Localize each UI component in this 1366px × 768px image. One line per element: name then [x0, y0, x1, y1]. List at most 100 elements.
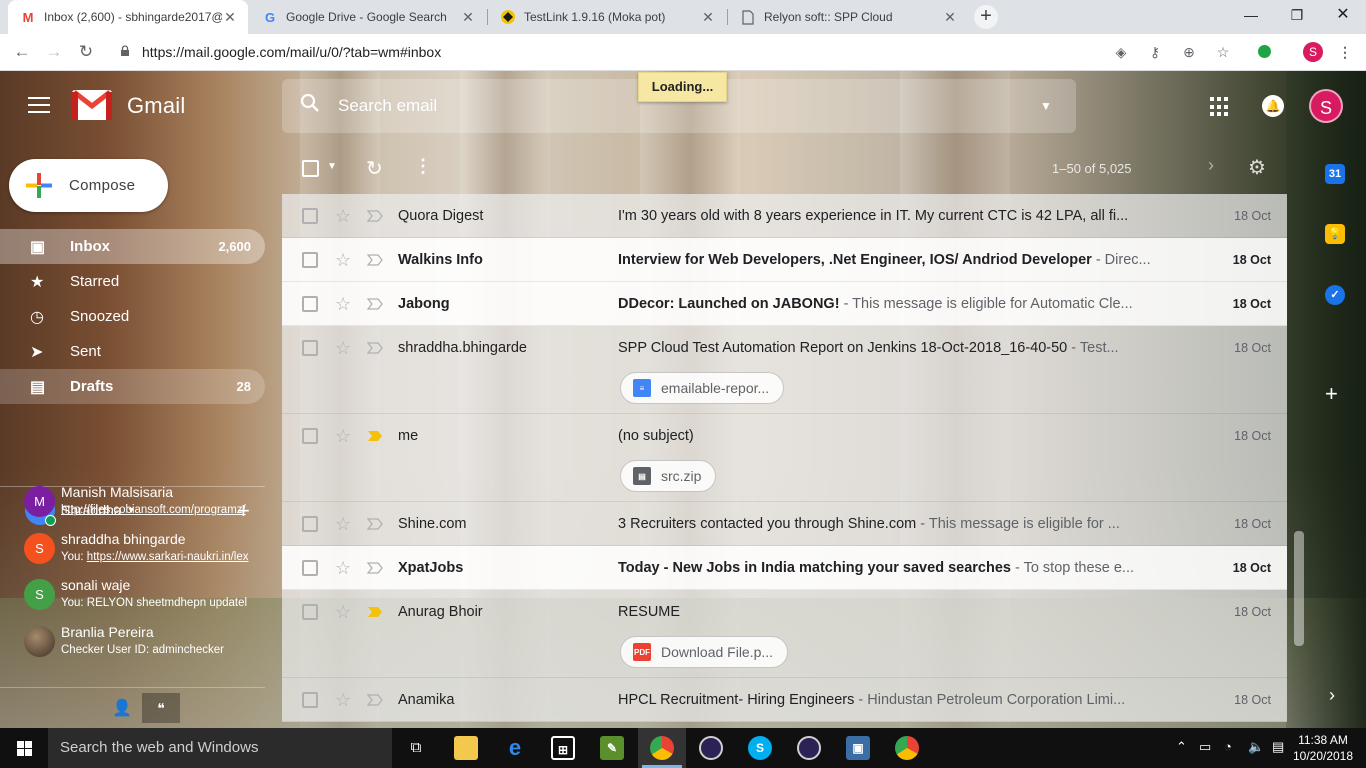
contact-last-message-link[interactable]: http://files.cobiansoft.com/programz/: [61, 504, 246, 516]
extension-icon[interactable]: ◈: [1110, 41, 1132, 63]
tab-testlink[interactable]: TestLink 1.9.16 (Moka pot) ✕: [488, 0, 726, 34]
settings-gear-icon[interactable]: ⚙: [1248, 155, 1266, 180]
chrome-icon[interactable]: [895, 736, 919, 760]
battery-icon[interactable]: ▭: [1199, 739, 1211, 755]
store-icon[interactable]: ⊞: [551, 736, 575, 760]
eclipse-icon[interactable]: [797, 736, 821, 760]
contact-last-message-link[interactable]: https://www.sarkari-naukri.in/lex: [87, 551, 249, 563]
select-all-checkbox[interactable]: [302, 160, 319, 177]
email-row[interactable]: ☆ shraddha.bhingarde SPP Cloud Test Auto…: [282, 326, 1287, 414]
close-icon[interactable]: ✕: [222, 9, 238, 26]
sidebar-item-starred[interactable]: ★ Starred: [0, 264, 265, 299]
hangouts-contact[interactable]: M Manish Malsisaria http://files.cobians…: [24, 483, 264, 523]
email-row[interactable]: ☆ Anamika HPCL Recruitment- Hiring Engin…: [282, 678, 1287, 722]
main-menu-icon[interactable]: [28, 97, 50, 118]
tab-relyon-spp-cloud[interactable]: Relyon soft:: SPP Cloud ✕: [728, 0, 968, 34]
close-icon[interactable]: ✕: [942, 9, 958, 26]
row-checkbox[interactable]: [302, 692, 318, 708]
task-view-icon[interactable]: ⧉: [404, 736, 428, 760]
calendar-icon[interactable]: 31: [1325, 164, 1345, 184]
minimize-button[interactable]: —: [1228, 0, 1274, 30]
close-icon[interactable]: ✕: [460, 9, 476, 26]
star-icon[interactable]: ☆: [335, 207, 353, 225]
importance-marker-icon[interactable]: [367, 210, 383, 222]
search-icon[interactable]: [282, 93, 338, 119]
start-button[interactable]: [0, 728, 48, 768]
row-checkbox[interactable]: [302, 340, 318, 356]
taskbar-clock[interactable]: 11:38 AM 10/20/2018: [1290, 732, 1356, 764]
row-checkbox[interactable]: [302, 296, 318, 312]
sidebar-item-sent[interactable]: ➤ Sent: [0, 334, 265, 369]
notifications-icon[interactable]: 🔔: [1262, 95, 1284, 117]
attachment-chip[interactable]: PDF Download File.p...: [620, 636, 789, 668]
row-checkbox[interactable]: [302, 208, 318, 224]
edge-browser-icon[interactable]: e: [503, 736, 527, 760]
star-icon[interactable]: ☆: [335, 691, 353, 709]
importance-marker-icon[interactable]: [367, 694, 383, 706]
chevron-down-icon[interactable]: ▼: [327, 161, 337, 172]
row-checkbox[interactable]: [302, 428, 318, 444]
row-checkbox[interactable]: [302, 560, 318, 576]
compose-button[interactable]: Compose: [9, 159, 168, 212]
reload-button[interactable]: ↻: [74, 40, 98, 64]
search-options-icon[interactable]: ▼: [1016, 99, 1076, 113]
browser-profile-avatar[interactable]: S: [1303, 42, 1323, 62]
importance-marker-icon[interactable]: [367, 518, 383, 530]
star-icon[interactable]: ☆: [335, 603, 353, 621]
tray-chevron-up-icon[interactable]: ⌃: [1176, 739, 1187, 755]
star-icon[interactable]: ☆: [335, 515, 353, 533]
importance-marker-icon[interactable]: [367, 430, 383, 442]
sidebar-item-inbox[interactable]: ▣ Inbox 2,600: [0, 229, 265, 264]
star-icon[interactable]: ☆: [335, 251, 353, 269]
email-row[interactable]: ☆ Walkins Info Interview for Web Develop…: [282, 238, 1287, 282]
key-icon[interactable]: ⚷: [1144, 41, 1166, 63]
forward-button[interactable]: →: [42, 40, 66, 64]
address-bar[interactable]: https://mail.google.com/mail/u/0/?tab=wm…: [112, 38, 1244, 66]
new-tab-button[interactable]: +: [974, 5, 998, 29]
volume-icon[interactable]: 🔈: [1248, 739, 1264, 755]
keep-icon[interactable]: 💡: [1325, 224, 1345, 244]
star-icon[interactable]: ☆: [335, 559, 353, 577]
restore-button[interactable]: ❐: [1274, 0, 1320, 30]
hangouts-contact[interactable]: S shraddha bhingarde You: https://www.sa…: [24, 530, 264, 570]
chevron-right-icon[interactable]: ›: [1208, 155, 1214, 176]
wifi-icon[interactable]: ◔: [1224, 739, 1232, 754]
row-checkbox[interactable]: [302, 516, 318, 532]
star-icon[interactable]: ☆: [335, 427, 353, 445]
notifications-center-icon[interactable]: ▤: [1272, 739, 1284, 755]
eclipse-icon[interactable]: [699, 736, 723, 760]
email-row[interactable]: ☆ Anurag Bhoir RESUME 18 Oct PDF Downloa…: [282, 590, 1287, 678]
taskbar-search[interactable]: Search the web and Windows: [48, 728, 392, 768]
google-apps-icon[interactable]: [1210, 97, 1230, 117]
chrome-icon[interactable]: [650, 736, 674, 760]
importance-marker-icon[interactable]: [367, 342, 383, 354]
star-icon[interactable]: ☆: [335, 295, 353, 313]
notepad-icon[interactable]: ✎: [600, 736, 624, 760]
extension-green-icon[interactable]: [1258, 45, 1271, 58]
chevron-right-icon[interactable]: ›: [1329, 685, 1335, 706]
contacts-person-icon[interactable]: 👤: [112, 698, 132, 718]
tab-google-drive-search[interactable]: G Google Drive - Google Search ✕: [250, 0, 486, 34]
tasks-icon[interactable]: ✓: [1325, 285, 1345, 305]
skype-icon[interactable]: S: [748, 736, 772, 760]
email-row[interactable]: ☆ Shine.com 3 Recruiters contacted you t…: [282, 502, 1287, 546]
hangouts-chat-icon[interactable]: ❝: [142, 693, 180, 723]
back-button[interactable]: ←: [10, 40, 34, 64]
attachment-chip[interactable]: ▤ src.zip: [620, 460, 717, 492]
importance-marker-icon[interactable]: [367, 254, 383, 266]
bookmark-star-icon[interactable]: ☆: [1212, 41, 1234, 63]
add-addon-icon[interactable]: +: [1325, 381, 1338, 407]
sidebar-item-snoozed[interactable]: ◷ Snoozed: [0, 299, 265, 334]
email-row[interactable]: ☆ me (no subject) 18 Oct ▤ src.zip: [282, 414, 1287, 502]
row-checkbox[interactable]: [302, 604, 318, 620]
email-row[interactable]: ☆ Jabong DDecor: Launched on JABONG! - T…: [282, 282, 1287, 326]
account-avatar[interactable]: S: [1309, 89, 1343, 123]
email-row[interactable]: ☆ XpatJobs Today - New Jobs in India mat…: [282, 546, 1287, 590]
hangouts-contact[interactable]: Branlia Pereira Checker User ID: adminch…: [24, 623, 264, 663]
importance-marker-icon[interactable]: [367, 562, 383, 574]
tab-gmail-inbox[interactable]: M Inbox (2,600) - sbhingarde2017@ ✕: [8, 0, 248, 34]
importance-marker-icon[interactable]: [367, 298, 383, 310]
close-window-button[interactable]: ✕: [1320, 0, 1366, 30]
star-icon[interactable]: ☆: [335, 339, 353, 357]
browser-menu-icon[interactable]: ⋮: [1334, 41, 1356, 63]
